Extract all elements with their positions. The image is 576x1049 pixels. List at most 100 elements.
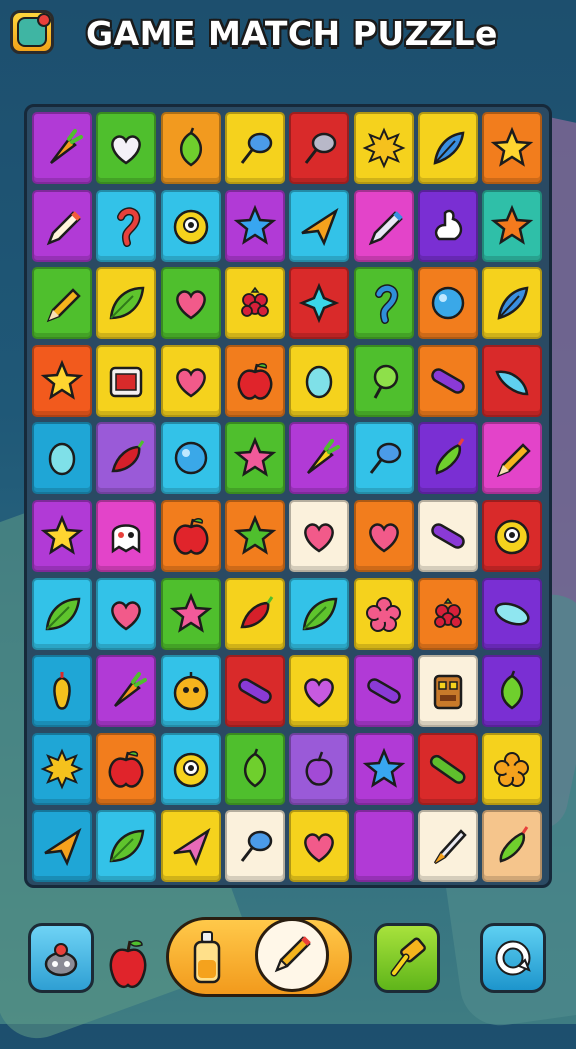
bomb-icon (44, 943, 78, 977)
puzzle-tile[interactable] (224, 577, 285, 650)
puzzle-tile[interactable] (160, 189, 221, 262)
bomb-button[interactable] (28, 923, 94, 993)
refresh-icon (495, 940, 531, 976)
puzzle-tile[interactable] (96, 500, 157, 572)
tv-box-icon (110, 366, 143, 398)
puzzle-tile[interactable] (96, 810, 157, 883)
puzzle-tile[interactable] (32, 112, 92, 184)
puzzle-tile[interactable] (417, 732, 478, 805)
puzzle-tile[interactable] (417, 344, 478, 417)
pencil-blue-icon (368, 210, 403, 245)
puzzle-tile[interactable] (160, 810, 221, 883)
puzzle-tile[interactable] (482, 500, 543, 572)
puzzle-tile[interactable] (160, 422, 221, 495)
puzzle-tile[interactable] (32, 500, 92, 572)
puzzle-tile[interactable] (96, 189, 157, 262)
puzzle-tile[interactable] (417, 810, 478, 883)
puzzle-tile[interactable] (417, 577, 478, 650)
puzzle-tile[interactable] (482, 655, 543, 728)
star-pink-icon (169, 592, 212, 633)
puzzle-tile[interactable] (32, 344, 92, 417)
puzzle-tile[interactable] (482, 732, 543, 805)
puzzle-tile[interactable] (224, 810, 285, 883)
puzzle-tile[interactable] (289, 577, 350, 650)
carrot-yellow-icon (307, 439, 341, 475)
puzzle-tile[interactable] (96, 267, 157, 340)
puzzle-tile[interactable] (417, 189, 478, 262)
puzzle-tile[interactable] (417, 112, 478, 184)
puzzle-tile[interactable] (96, 422, 157, 495)
puzzle-tile[interactable] (482, 422, 543, 495)
puzzle-tile[interactable] (160, 732, 221, 805)
puzzle-tile[interactable] (32, 732, 92, 805)
puzzle-tile[interactable] (417, 655, 478, 728)
puzzle-tile[interactable] (353, 344, 414, 417)
puzzle-tile[interactable] (160, 267, 221, 340)
puzzle-tile[interactable] (353, 112, 414, 184)
puzzle-tile[interactable] (160, 344, 221, 417)
puzzle-tile[interactable] (417, 500, 478, 572)
puzzle-tile[interactable] (482, 810, 543, 883)
puzzle-tile[interactable] (96, 577, 157, 650)
puzzle-tile[interactable] (353, 267, 414, 340)
apple-icon[interactable] (106, 935, 150, 995)
puzzle-tile[interactable] (353, 189, 414, 262)
puzzle-tile[interactable] (353, 655, 414, 728)
puzzle-tile[interactable] (289, 189, 350, 262)
puzzle-tile[interactable] (482, 344, 543, 417)
puzzle-tile[interactable] (224, 112, 285, 184)
lollipop-green-icon (373, 364, 398, 399)
flower-orange-icon (494, 751, 530, 787)
bottle-icon[interactable] (189, 930, 225, 986)
hammer-button[interactable] (374, 923, 440, 993)
puzzle-tile[interactable] (96, 344, 157, 417)
puzzle-tile[interactable] (417, 267, 478, 340)
puzzle-tile[interactable] (224, 189, 285, 262)
puzzle-tile[interactable] (289, 655, 350, 728)
puzzle-tile[interactable] (289, 267, 350, 340)
game-app-icon[interactable] (10, 10, 54, 54)
heart-pink-icon (304, 833, 335, 863)
puzzle-tile[interactable] (289, 732, 350, 805)
puzzle-tile[interactable] (289, 112, 350, 184)
puzzle-tile[interactable] (32, 422, 92, 495)
puzzle-tile[interactable] (224, 655, 285, 728)
pencil-booster-button[interactable] (255, 918, 329, 992)
heart-white-icon (111, 135, 142, 165)
puzzle-tile[interactable] (224, 422, 285, 495)
puzzle-tile[interactable] (224, 344, 285, 417)
puzzle-tile[interactable] (482, 112, 543, 184)
puzzle-tile[interactable] (160, 112, 221, 184)
puzzle-tile[interactable] (160, 577, 221, 650)
puzzle-tile[interactable] (289, 422, 350, 495)
puzzle-tile[interactable] (482, 577, 543, 650)
puzzle-tile[interactable] (32, 189, 92, 262)
puzzle-tile[interactable] (96, 112, 157, 184)
puzzle-tile[interactable] (96, 655, 157, 728)
puzzle-tile[interactable] (353, 422, 414, 495)
carrot-icon (50, 129, 83, 164)
puzzle-tile[interactable] (353, 577, 414, 650)
puzzle-tile[interactable] (353, 732, 414, 805)
puzzle-tile[interactable] (289, 344, 350, 417)
puzzle-tile[interactable] (96, 732, 157, 805)
puzzle-tile[interactable] (160, 500, 221, 572)
puzzle-tile[interactable] (482, 189, 543, 262)
puzzle-tile[interactable] (353, 500, 414, 572)
fish-cyan-icon (495, 370, 529, 396)
puzzle-tile[interactable] (289, 810, 350, 883)
puzzle-tile[interactable] (32, 577, 92, 650)
puzzle-tile[interactable] (417, 422, 478, 495)
puzzle-tile[interactable] (224, 267, 285, 340)
puzzle-tile[interactable] (353, 810, 414, 883)
puzzle-tile[interactable] (32, 810, 92, 883)
refresh-button[interactable] (480, 923, 546, 993)
puzzle-tile[interactable] (160, 655, 221, 728)
leaf-green-icon (109, 286, 145, 320)
puzzle-tile[interactable] (482, 267, 543, 340)
puzzle-tile[interactable] (289, 500, 350, 572)
puzzle-tile[interactable] (224, 500, 285, 572)
puzzle-tile[interactable] (224, 732, 285, 805)
puzzle-tile[interactable] (32, 655, 92, 728)
puzzle-tile[interactable] (32, 267, 92, 340)
